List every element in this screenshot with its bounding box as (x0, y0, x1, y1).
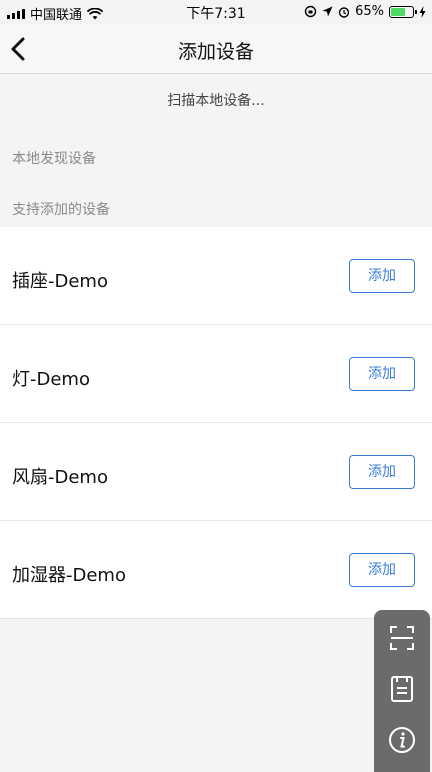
scan-icon (390, 626, 414, 650)
info-button[interactable] (386, 724, 418, 756)
device-row: 插座-Demo 添加 (0, 227, 432, 325)
scan-button[interactable] (386, 622, 418, 654)
charging-icon (419, 5, 426, 18)
device-row: 加湿器-Demo 添加 (0, 521, 432, 619)
device-name: 风扇-Demo (12, 467, 108, 488)
section-local-found: 本地发现设备 (12, 151, 96, 167)
add-button[interactable]: 添加 (349, 455, 415, 489)
page-title: 添加设备 (177, 41, 254, 63)
notes-icon (391, 676, 413, 702)
device-row: 风扇-Demo 添加 (0, 423, 432, 521)
battery-percent: 65% (355, 4, 384, 19)
device-name: 插座-Demo (12, 271, 108, 292)
status-right: 65% (304, 4, 426, 19)
status-bar: 中国联通 下午7:31 65% (0, 0, 432, 24)
rotation-lock-icon (304, 5, 317, 18)
location-icon (322, 6, 333, 17)
scan-status: 扫描本地设备... (167, 93, 265, 109)
add-button[interactable]: 添加 (349, 259, 415, 293)
notes-button[interactable] (386, 673, 418, 705)
battery-icon (389, 5, 417, 18)
device-row: 灯-Demo 添加 (0, 325, 432, 423)
add-button[interactable]: 添加 (349, 553, 415, 587)
device-list: 插座-Demo 添加 灯-Demo 添加 风扇-Demo 添加 加湿器-Demo… (0, 227, 432, 619)
info-icon (389, 727, 415, 753)
add-button[interactable]: 添加 (349, 357, 415, 391)
device-name: 加湿器-Demo (12, 565, 126, 586)
section-supported: 支持添加的设备 (12, 202, 110, 218)
nav-bar: 添加设备 (0, 24, 432, 74)
floating-toolbar (374, 610, 430, 772)
device-name: 灯-Demo (12, 369, 90, 390)
alarm-icon (338, 6, 350, 18)
